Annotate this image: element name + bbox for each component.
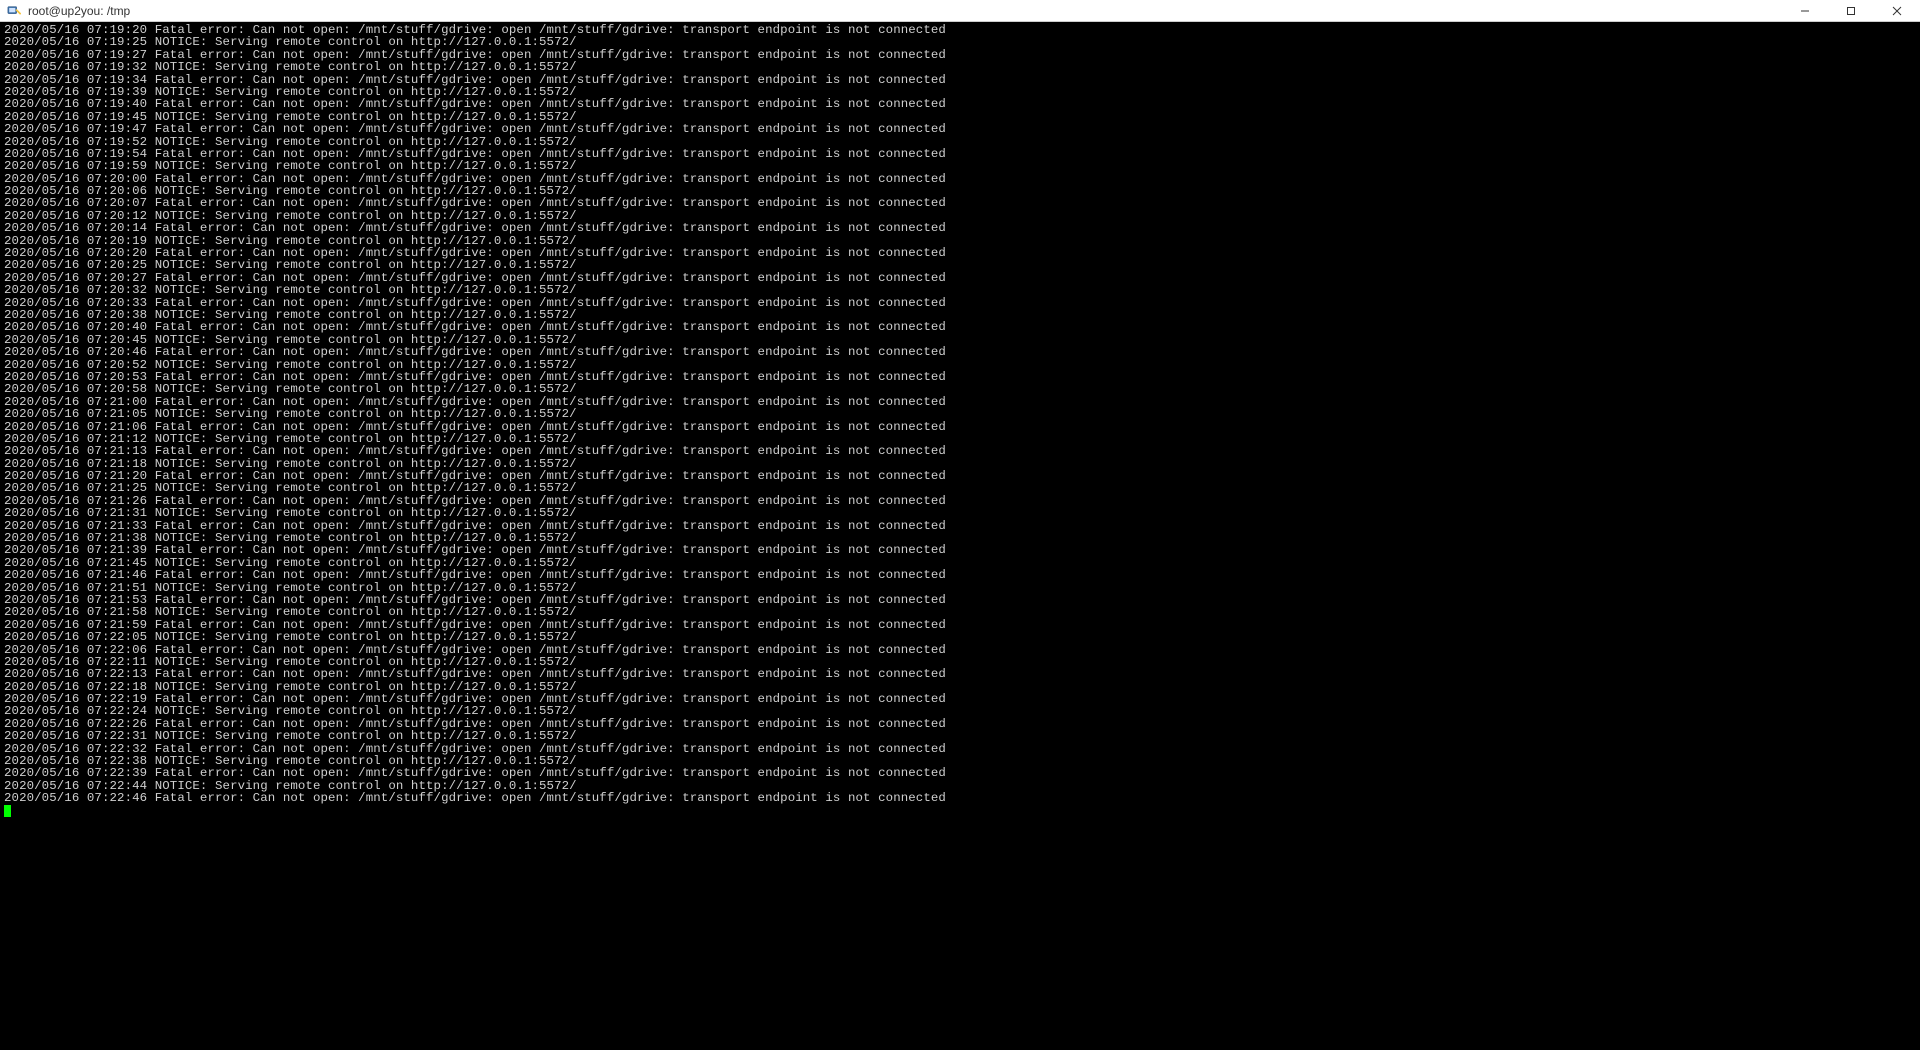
log-line: 2020/05/16 07:22:46 Fatal error: Can not…: [4, 792, 1916, 804]
log-line: 2020/05/16 07:19:25 NOTICE: Serving remo…: [4, 36, 1916, 48]
log-line: 2020/05/16 07:20:07 Fatal error: Can not…: [4, 197, 1916, 209]
log-line: 2020/05/16 07:19:59 NOTICE: Serving remo…: [4, 160, 1916, 172]
terminal-cursor: [4, 805, 11, 817]
window-title: root@up2you: /tmp: [28, 4, 130, 18]
log-line: 2020/05/16 07:20:25 NOTICE: Serving remo…: [4, 259, 1916, 271]
close-button[interactable]: [1874, 0, 1920, 21]
log-line: 2020/05/16 07:20:58 NOTICE: Serving remo…: [4, 383, 1916, 395]
log-line: 2020/05/16 07:22:05 NOTICE: Serving remo…: [4, 631, 1916, 643]
minimize-button[interactable]: [1782, 0, 1828, 21]
log-line: 2020/05/16 07:21:46 Fatal error: Can not…: [4, 569, 1916, 581]
prompt-row[interactable]: [4, 805, 1916, 817]
log-line: 2020/05/16 07:19:32 NOTICE: Serving remo…: [4, 61, 1916, 73]
window-titlebar: root@up2you: /tmp: [0, 0, 1920, 22]
log-line: 2020/05/16 07:21:13 Fatal error: Can not…: [4, 445, 1916, 457]
log-line: 2020/05/16 07:21:58 NOTICE: Serving remo…: [4, 606, 1916, 618]
log-line: 2020/05/16 07:22:39 Fatal error: Can not…: [4, 767, 1916, 779]
log-line: 2020/05/16 07:22:13 Fatal error: Can not…: [4, 668, 1916, 680]
log-line: 2020/05/16 07:21:39 Fatal error: Can not…: [4, 544, 1916, 556]
log-line: 2020/05/16 07:20:46 Fatal error: Can not…: [4, 346, 1916, 358]
log-line: 2020/05/16 07:20:32 NOTICE: Serving remo…: [4, 284, 1916, 296]
putty-icon: [6, 3, 22, 19]
window-controls: [1782, 0, 1920, 21]
log-line: 2020/05/16 07:21:25 NOTICE: Serving remo…: [4, 482, 1916, 494]
log-line: 2020/05/16 07:20:40 Fatal error: Can not…: [4, 321, 1916, 333]
terminal-output[interactable]: 2020/05/16 07:19:20 Fatal error: Can not…: [0, 22, 1920, 1050]
maximize-button[interactable]: [1828, 0, 1874, 21]
log-line: 2020/05/16 07:21:05 NOTICE: Serving remo…: [4, 408, 1916, 420]
log-line: 2020/05/16 07:19:40 Fatal error: Can not…: [4, 98, 1916, 110]
log-line: 2020/05/16 07:22:31 NOTICE: Serving remo…: [4, 730, 1916, 742]
log-line: 2020/05/16 07:20:14 Fatal error: Can not…: [4, 222, 1916, 234]
log-line: 2020/05/16 07:21:31 NOTICE: Serving remo…: [4, 507, 1916, 519]
log-line: 2020/05/16 07:19:47 Fatal error: Can not…: [4, 123, 1916, 135]
